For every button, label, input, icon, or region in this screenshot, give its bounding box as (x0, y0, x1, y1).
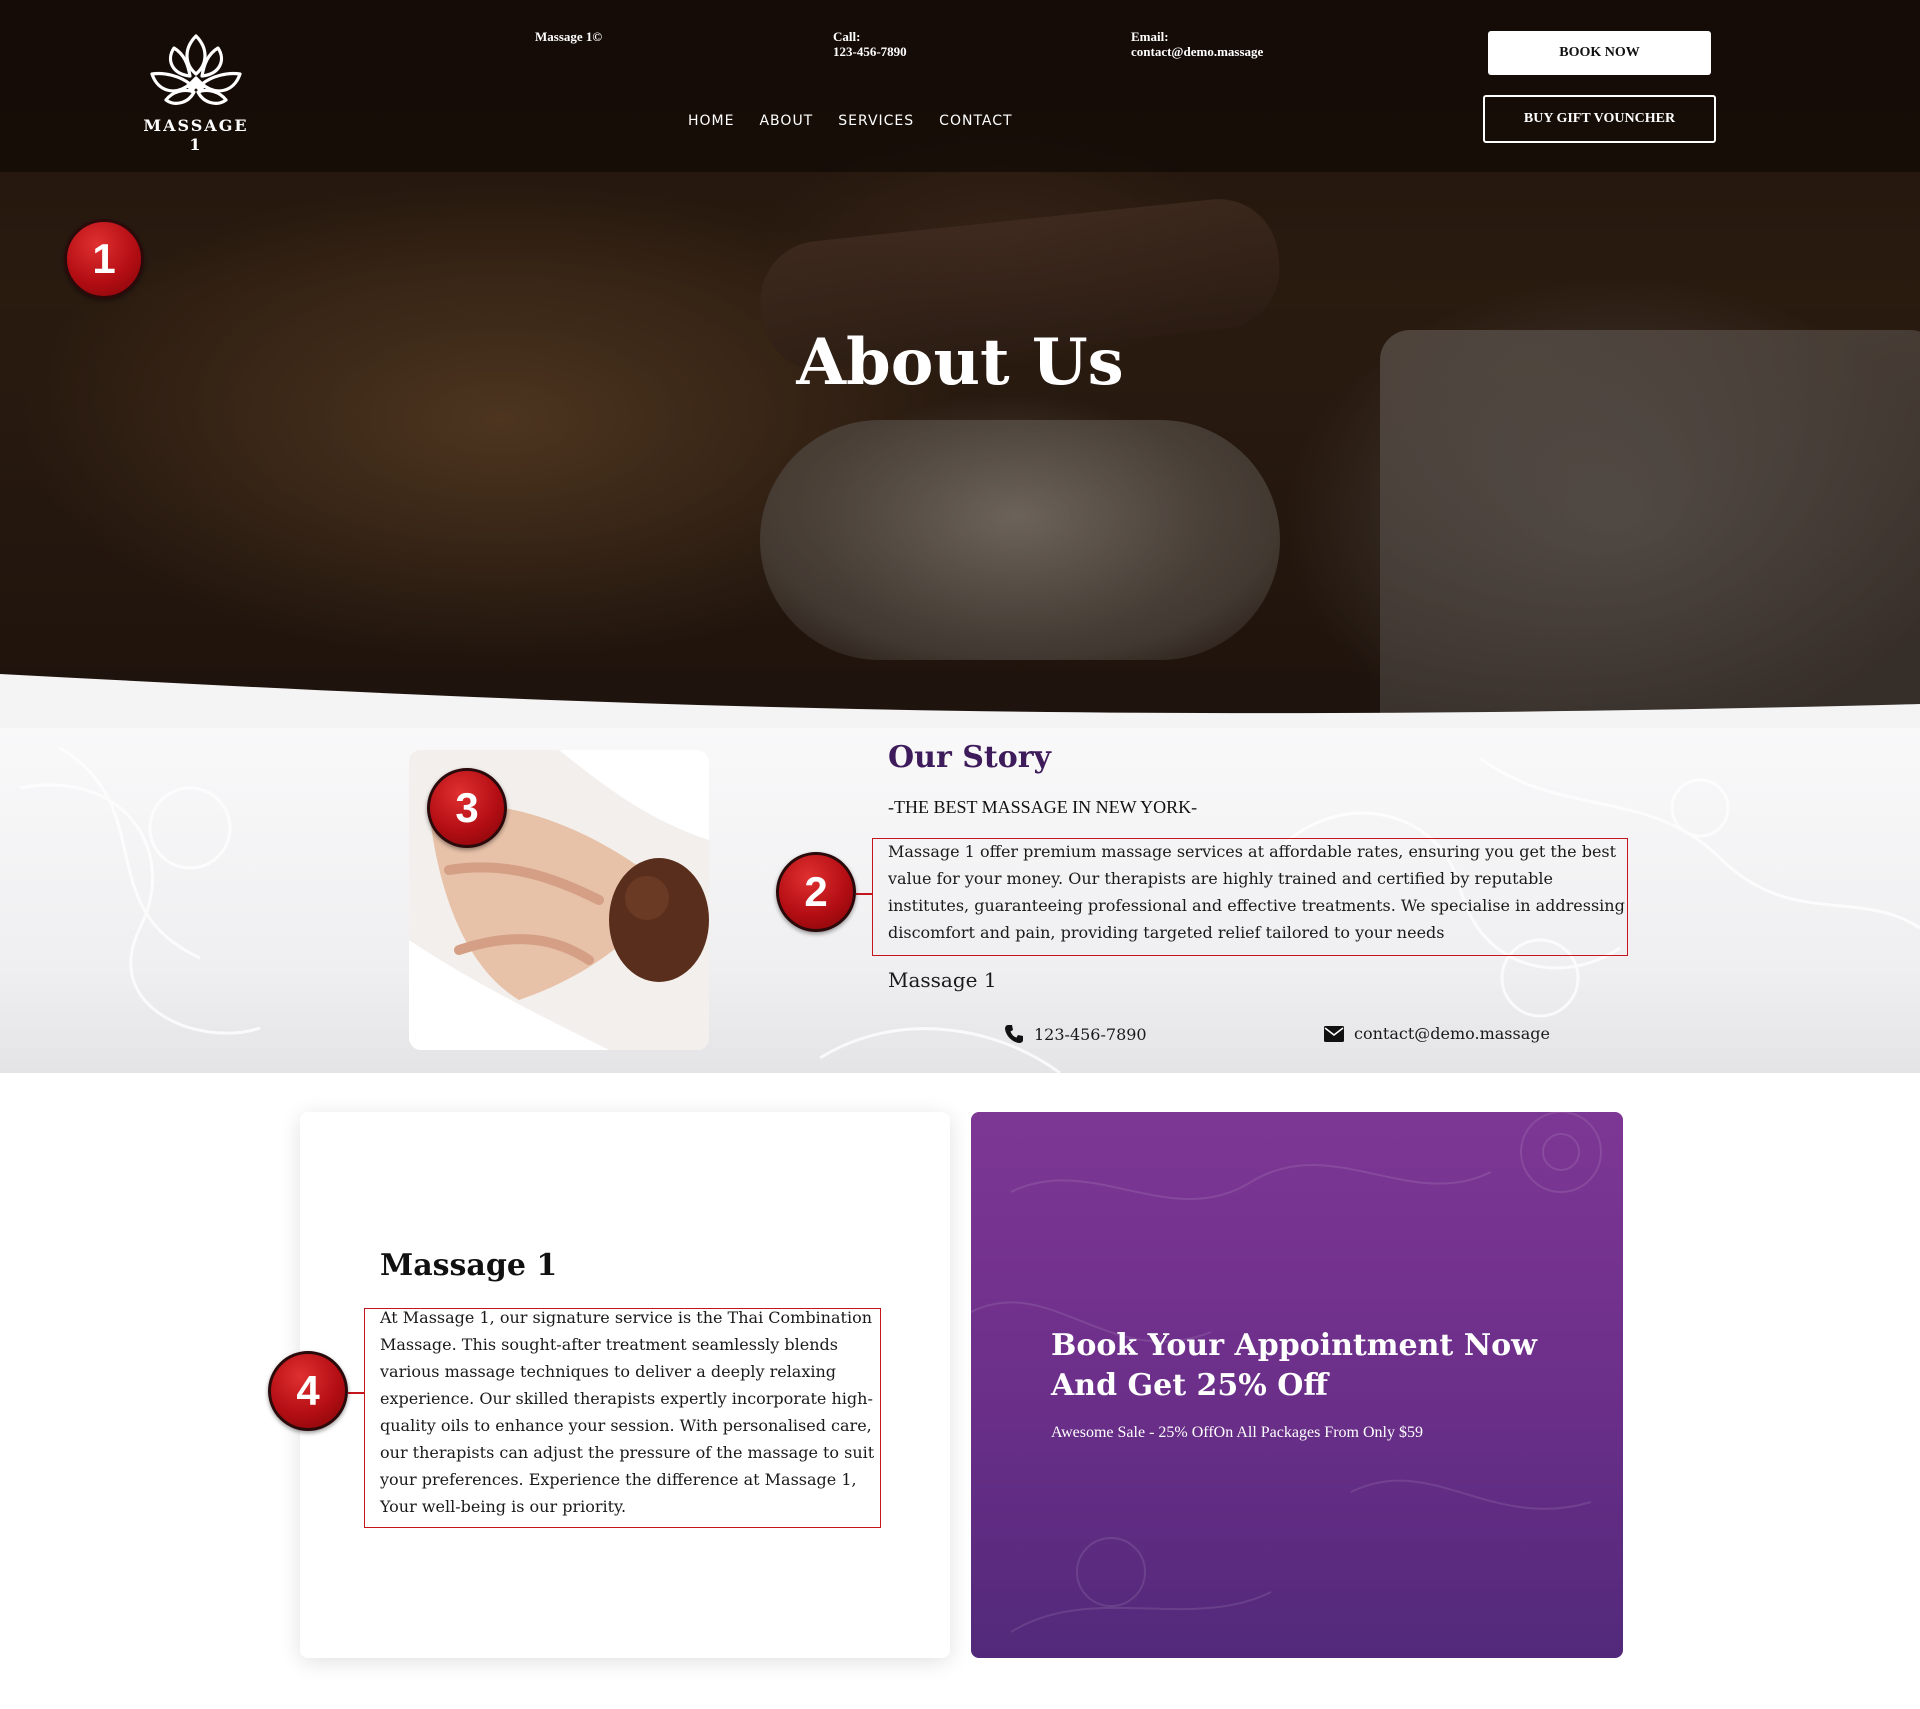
nav-about[interactable]: ABOUT (759, 113, 813, 129)
site-header: MASSAGE 1 Massage 1© Call: 123-456-7890 … (0, 0, 1920, 172)
logo-text: MASSAGE 1 (143, 116, 249, 154)
promo-subtitle: Awesome Sale - 25% OffOn All Packages Fr… (1051, 1424, 1423, 1441)
story-brand: Massage 1 (888, 968, 997, 992)
story-email[interactable]: contact@demo.massage (1324, 1024, 1550, 1043)
call-info: Call: 123-456-7890 (833, 29, 907, 59)
story-phone[interactable]: 123-456-7890 (1004, 1024, 1147, 1044)
story-title: Our Story (888, 740, 1051, 775)
promo-title: Book Your Appointment Now And Get 25% Of… (1051, 1328, 1537, 1403)
phone-icon (1005, 1025, 1023, 1043)
site-logo[interactable]: MASSAGE 1 (136, 30, 256, 154)
brand-info: Massage 1© (535, 29, 603, 44)
annotation-box-4 (364, 1308, 881, 1528)
nav-services[interactable]: SERVICES (838, 113, 914, 129)
annotation-badge-4: 4 (268, 1351, 348, 1431)
main-nav: HOME ABOUT SERVICES CONTACT (688, 113, 1038, 129)
call-value[interactable]: 123-456-7890 (833, 44, 907, 59)
annotation-badge-3: 3 (427, 768, 507, 848)
our-story-section: Our Story -THE BEST MASSAGE IN NEW YORK-… (0, 728, 1920, 1073)
lotus-flower-icon (150, 34, 242, 105)
annotation-connector-2 (856, 893, 872, 895)
annotation-badge-2: 2 (776, 852, 856, 932)
story-subtitle: -THE BEST MASSAGE IN NEW YORK- (888, 797, 1198, 817)
email-info: Email: contact@demo.massage (1131, 29, 1263, 59)
book-now-button[interactable]: BOOK NOW (1488, 31, 1711, 75)
annotation-badge-1: 1 (64, 219, 144, 299)
nav-contact[interactable]: CONTACT (939, 113, 1012, 129)
story-email-text: contact@demo.massage (1354, 1024, 1550, 1043)
envelope-icon (1324, 1025, 1344, 1042)
email-value[interactable]: contact@demo.massage (1131, 44, 1263, 59)
email-label: Email: (1131, 29, 1169, 44)
nav-home[interactable]: HOME (688, 113, 734, 129)
hero-section: MASSAGE 1 Massage 1© Call: 123-456-7890 … (0, 0, 1920, 730)
buy-gift-voucher-button[interactable]: BUY GIFT VOUNCHER (1483, 95, 1716, 143)
hero-wave-divider (0, 674, 1920, 730)
page-title: About Us (796, 325, 1124, 400)
story-phone-text: 123-456-7890 (1034, 1024, 1147, 1044)
annotation-connector-4 (348, 1392, 364, 1394)
annotation-box-2 (872, 838, 1628, 956)
call-label: Call: (833, 29, 861, 44)
promo-card[interactable]: Book Your Appointment Now And Get 25% Of… (971, 1112, 1623, 1658)
card-title: Massage 1 (380, 1248, 558, 1283)
